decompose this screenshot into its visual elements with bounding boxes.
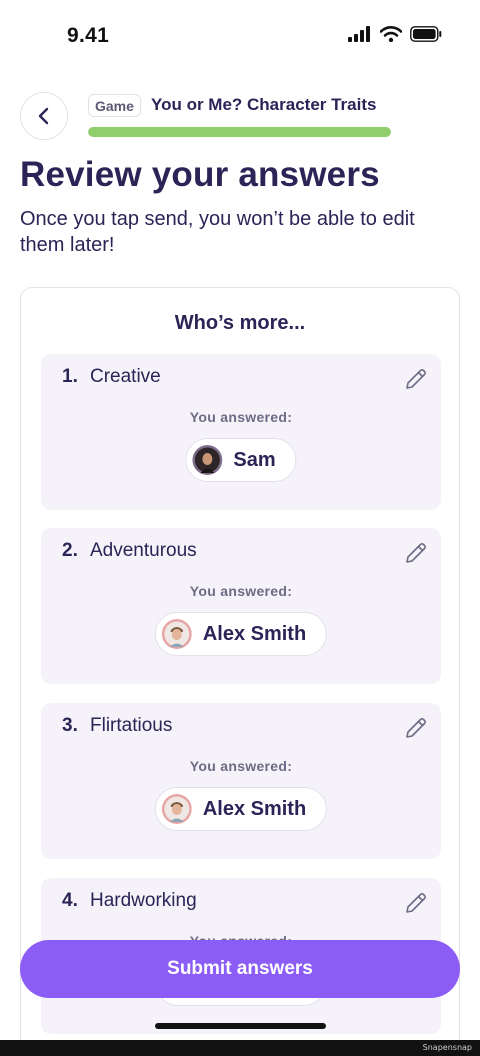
bottom-strip (0, 1040, 480, 1056)
progress-bar (88, 127, 391, 137)
question-item: 1. Creative You answered: Sam (41, 354, 441, 510)
answered-label: You answered: (189, 758, 293, 774)
answered-label: You answered: (189, 409, 293, 425)
question-label: Hardworking (90, 890, 197, 911)
status-time: 9.41 (67, 24, 110, 47)
answer-chip[interactable]: Alex Smith (154, 612, 328, 656)
progress-fill (88, 127, 391, 137)
question-number: 3. (62, 715, 78, 736)
edit-button[interactable] (403, 715, 429, 741)
edit-button[interactable] (403, 540, 429, 566)
game-badge: Game (88, 94, 141, 117)
page-title: Review your answers (20, 155, 380, 194)
question-item: 3. Flirtatious You answered: Alex Smith (41, 703, 441, 859)
question-item: 2. Adventurous You answered: Alex Smith (41, 528, 441, 684)
status-icons (348, 26, 442, 42)
page-subtitle: Once you tap send, you won’t be able to … (20, 208, 415, 256)
question-label: Adventurous (90, 540, 197, 561)
question-label: Creative (90, 366, 161, 387)
home-indicator (155, 1023, 326, 1029)
pencil-icon (406, 543, 426, 563)
battery-icon (410, 26, 442, 42)
question-number: 2. (62, 540, 78, 561)
answer-name: Alex Smith (202, 622, 307, 645)
edit-button[interactable] (403, 366, 429, 392)
game-title: You or Me? Character Traits (151, 95, 377, 114)
answer-chip[interactable]: Sam (185, 438, 297, 482)
avatar (192, 445, 223, 475)
edit-button[interactable] (403, 890, 429, 916)
answer-name: Sam (233, 448, 276, 471)
answered-label: You answered: (189, 583, 293, 599)
answer-name: Alex Smith (202, 797, 307, 820)
question-label: Flirtatious (90, 715, 173, 736)
answer-chip[interactable]: Alex Smith (154, 787, 328, 831)
avatar (161, 619, 192, 649)
question-number: 1. (62, 366, 78, 387)
pencil-icon (406, 893, 426, 913)
submit-button[interactable]: Submit answers (20, 940, 460, 998)
pencil-icon (406, 718, 426, 738)
back-button[interactable] (20, 92, 68, 140)
card-heading: Who’s more... (174, 312, 306, 334)
watermark: Snapensnap (422, 1043, 472, 1052)
chevron-left-icon (38, 107, 49, 125)
question-number: 4. (62, 890, 78, 911)
signal-icon (348, 26, 370, 42)
wifi-icon (380, 26, 402, 42)
avatar (161, 794, 192, 824)
status-bar: 9.41 (0, 0, 480, 72)
pencil-icon (406, 369, 426, 389)
